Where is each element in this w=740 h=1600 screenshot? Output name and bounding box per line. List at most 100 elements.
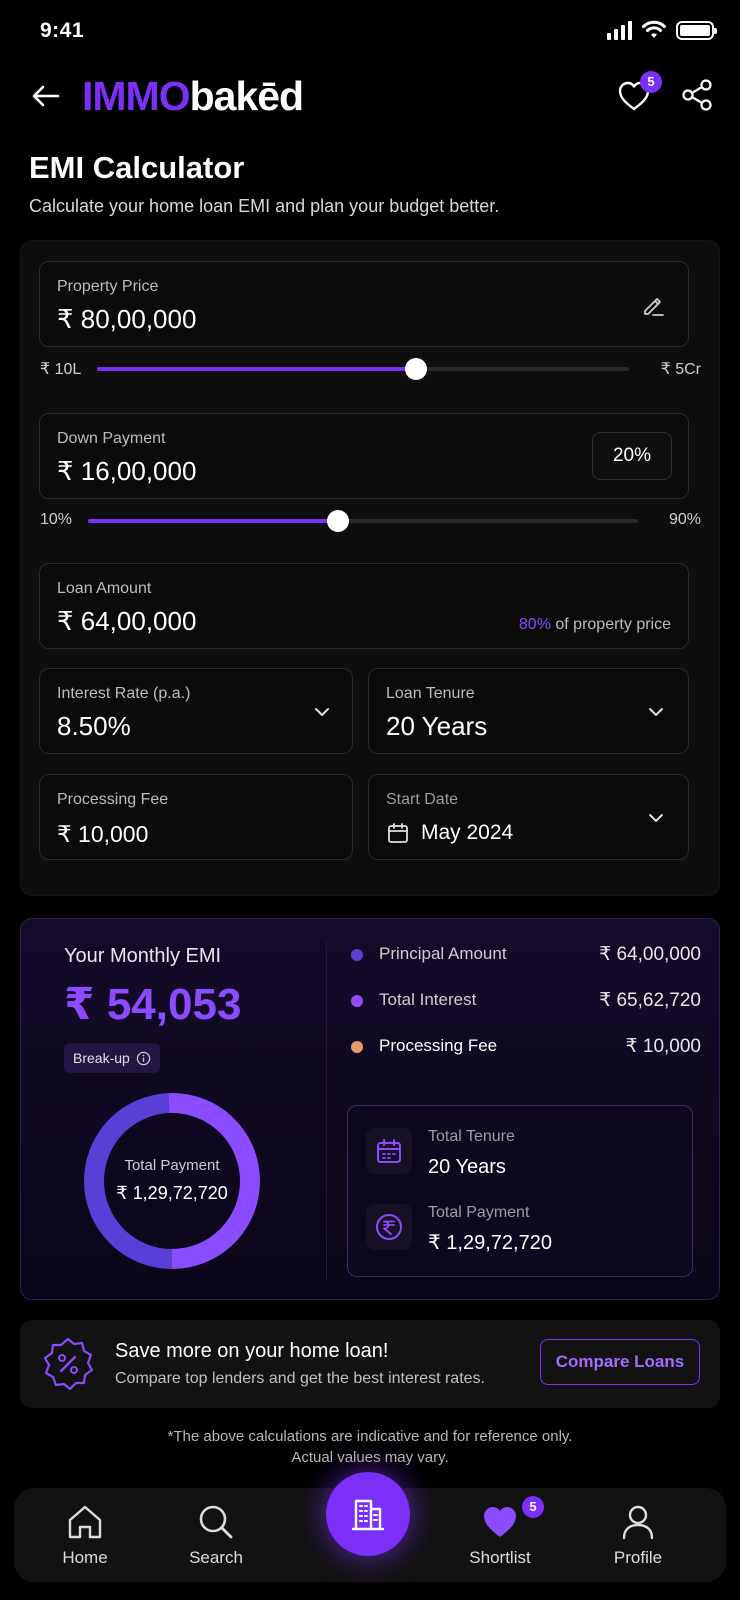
nav-item-home[interactable]: Home	[35, 1488, 135, 1582]
down-payment-value: ₹ 16,00,000	[57, 456, 197, 486]
property-price-slider[interactable]	[97, 358, 629, 380]
processing-fee-field[interactable]: Processing Fee ₹ 10,000	[39, 774, 353, 860]
property-price-field[interactable]: Property Price ₹ 80,00,000	[39, 261, 689, 347]
calendar-icon	[388, 823, 408, 843]
down-payment-min: 10%	[40, 511, 73, 528]
legend-name: Processing Fee	[379, 1036, 498, 1055]
start-date-select[interactable]: Start Date May 2024	[368, 774, 689, 860]
divider	[326, 941, 327, 1281]
loan-tenure-select[interactable]: Loan Tenure 20 Years	[368, 668, 689, 754]
loan-amount-value: ₹ 64,00,000	[57, 606, 197, 636]
legend-dot	[351, 1041, 363, 1053]
app-logo: IMMObakēd	[82, 70, 304, 122]
interest-rate-value: 8.50%	[57, 711, 131, 741]
breakup-label: Break-up	[73, 1050, 130, 1066]
home-icon	[68, 1505, 102, 1539]
promo-banner: Save more on your home loan! Compare top…	[20, 1320, 720, 1408]
breakup-button[interactable]: Break-up	[64, 1043, 160, 1073]
monthly-emi-value: ₹ 54,053	[64, 980, 242, 1029]
nav-label: Shortlist	[469, 1548, 531, 1567]
total-tenure-label: Total Tenure	[428, 1128, 515, 1145]
legend-item-interest: Total Interest ₹ 65,62,720	[351, 989, 701, 1013]
user-icon	[622, 1505, 654, 1540]
shortlist-count-badge: 5	[522, 1496, 544, 1518]
down-payment-max: 90%	[668, 511, 701, 528]
chevron-down-icon	[315, 708, 329, 716]
legend-name: Total Interest	[379, 990, 477, 1009]
status-time: 9:41	[40, 19, 85, 42]
slider-fill	[97, 367, 417, 371]
share-icon[interactable]	[680, 78, 714, 112]
discount-badge-icon	[43, 1337, 94, 1391]
loan-tenure-label: Loan Tenure	[386, 685, 475, 702]
emi-result-card: Your Monthly EMI ₹ 54,053 Break-up Total…	[20, 918, 720, 1300]
calculator-card: Property Price ₹ 80,00,000 ₹ 10L ₹ 5Cr D…	[20, 240, 720, 896]
down-payment-percent[interactable]: 20%	[592, 432, 672, 480]
nav-item-profile[interactable]: Profile	[588, 1488, 688, 1582]
interest-rate-label: Interest Rate (p.a.)	[57, 685, 191, 702]
wifi-icon	[642, 20, 666, 38]
disclaimer-line-1: *The above calculations are indicative a…	[167, 1428, 573, 1445]
nav-label: Search	[189, 1548, 243, 1567]
edit-icon[interactable]	[640, 292, 666, 318]
legend-value: ₹ 10,000	[625, 1036, 701, 1057]
legend-dot	[351, 949, 363, 961]
rupee-icon	[366, 1204, 412, 1250]
monthly-emi-label: Your Monthly EMI	[64, 945, 222, 967]
nav-center-building-button[interactable]	[326, 1472, 410, 1556]
processing-fee-label: Processing Fee	[57, 791, 169, 808]
loan-amount-note: 80% of property price	[519, 616, 671, 634]
app-header: IMMObakēd 5	[0, 68, 740, 124]
legend-value: ₹ 65,62,720	[599, 990, 701, 1011]
down-payment-field[interactable]: Down Payment ₹ 16,00,000 20%	[39, 413, 689, 499]
nav-label: Home	[62, 1548, 108, 1567]
legend-name: Principal Amount	[379, 944, 507, 963]
legend-item-principal: Principal Amount ₹ 64,00,000	[351, 943, 701, 967]
legend-value: ₹ 64,00,000	[599, 944, 701, 965]
page-title: EMI Calculator	[29, 150, 245, 185]
loan-amount-label: Loan Amount	[57, 580, 152, 597]
arrow-left-icon[interactable]	[28, 78, 64, 114]
total-payment-donut	[84, 1093, 260, 1269]
building-icon	[351, 1499, 385, 1531]
legend-item-processing-fee: Processing Fee ₹ 10,000	[351, 1035, 701, 1059]
signal-icon	[607, 20, 632, 40]
processing-fee-value: ₹ 10,000	[57, 821, 149, 847]
loan-tenure-value: 20 Years	[386, 711, 488, 741]
slider-thumb[interactable]	[327, 510, 350, 532]
loan-amount-field: Loan Amount ₹ 64,00,000 80% of property …	[39, 563, 689, 649]
property-price-min: ₹ 10L	[40, 361, 82, 378]
nav-label: Profile	[613, 1548, 663, 1567]
interest-rate-select[interactable]: Interest Rate (p.a.) 8.50%	[39, 668, 353, 754]
total-payment-value: ₹ 1,29,72,720	[428, 1232, 552, 1254]
favorites-count-badge: 5	[640, 71, 662, 93]
promo-title: Save more on your home loan!	[115, 1340, 389, 1362]
property-price-max: ₹ 5Cr	[660, 361, 701, 378]
start-date-value: May 2024	[421, 821, 514, 844]
disclaimer-line-2: Actual values may vary.	[291, 1449, 449, 1466]
slider-fill	[88, 519, 339, 523]
chevron-down-icon	[649, 814, 663, 822]
donut-center-value: ₹ 1,29,72,720	[116, 1183, 228, 1203]
compare-loans-button[interactable]: Compare Loans	[540, 1339, 700, 1385]
logo-part-immo: IMMO	[82, 73, 191, 119]
page-subtitle: Calculate your home loan EMI and plan yo…	[29, 196, 500, 216]
calendar-icon	[366, 1128, 412, 1174]
donut-center-label: Total Payment	[124, 1157, 220, 1174]
slider-thumb[interactable]	[405, 358, 428, 380]
down-payment-slider[interactable]	[88, 510, 638, 532]
property-price-value: ₹ 80,00,000	[57, 304, 197, 334]
loan-amount-note-percent: 80%	[518, 616, 551, 633]
total-payment-label: Total Payment	[428, 1204, 530, 1221]
search-icon	[199, 1505, 233, 1539]
info-icon	[136, 1051, 151, 1065]
disclaimer: *The above calculations are indicative a…	[0, 1426, 740, 1468]
heart-icon	[484, 1507, 516, 1537]
legend-dot	[351, 995, 363, 1007]
battery-icon	[676, 20, 717, 40]
down-payment-label: Down Payment	[57, 430, 166, 447]
nav-item-search[interactable]: Search	[166, 1488, 266, 1582]
summary-box: Total Tenure 20 Years Total Payment ₹ 1,…	[347, 1105, 693, 1277]
bottom-nav: Home Search Shortlist 5 Profile	[14, 1472, 726, 1582]
chevron-down-icon	[649, 708, 663, 716]
